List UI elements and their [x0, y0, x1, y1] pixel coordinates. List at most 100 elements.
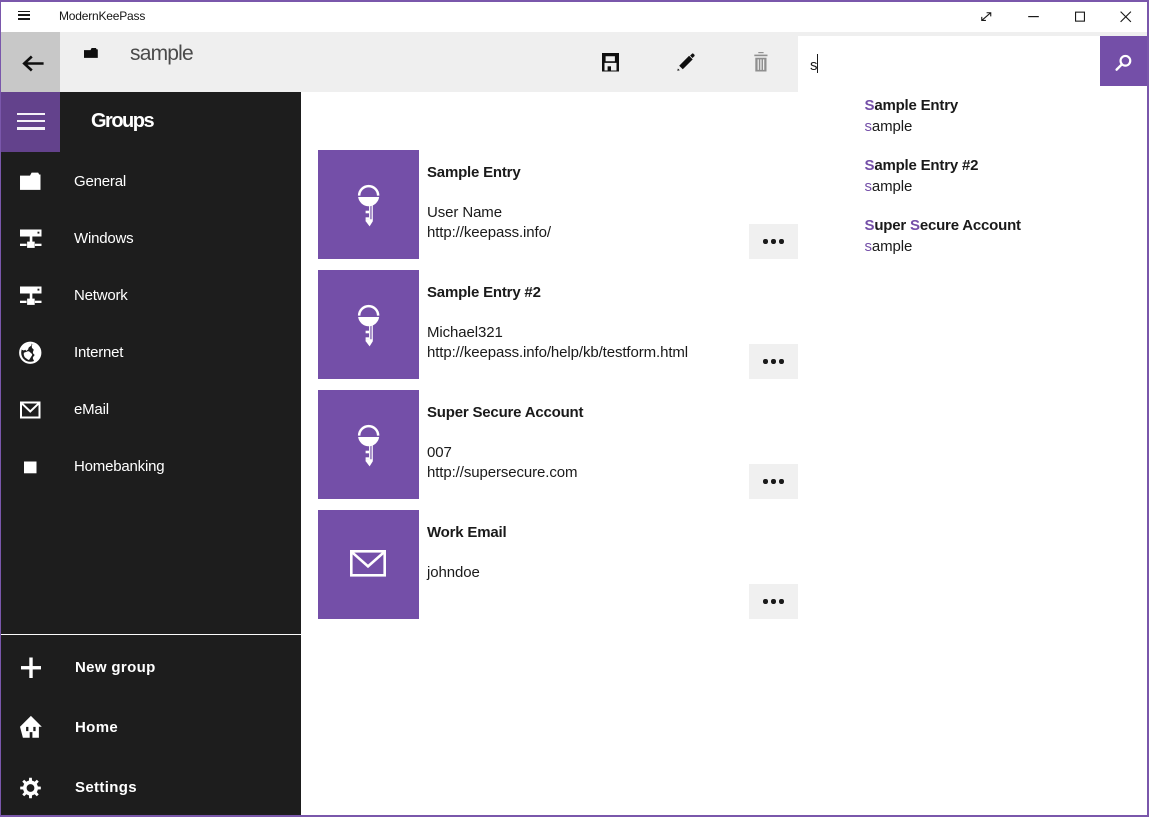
- icon-cell: [19, 657, 42, 680]
- save-icon: [602, 52, 619, 72]
- footer-label: Settings: [75, 758, 137, 817]
- sidebar: Groups General Windows Network Internet: [0, 92, 301, 817]
- ellipsis-dot: [771, 479, 775, 483]
- highlighted-match-text: S: [865, 97, 875, 114]
- save-button[interactable]: [586, 32, 635, 92]
- minimize-button[interactable]: [1010, 1, 1056, 32]
- group-label: eMail: [74, 381, 109, 438]
- search-button[interactable]: [1100, 36, 1148, 86]
- window-border-left: [0, 0, 1, 817]
- suggestion-text: ample Entry: [874, 97, 958, 114]
- edit-button[interactable]: [661, 32, 710, 92]
- highlighted-match-text: s: [865, 118, 872, 135]
- entry-title: Super Secure Account: [427, 405, 583, 421]
- icon-cell: [318, 390, 419, 499]
- entry-tile: [318, 270, 419, 379]
- highlighted-match-text: S: [865, 217, 875, 234]
- edit-icon: [677, 53, 695, 71]
- suggestion-text: ecure Account: [920, 217, 1021, 234]
- close-button[interactable]: [1103, 1, 1149, 32]
- entry-more-button[interactable]: [749, 224, 798, 259]
- minimize-icon: [1028, 11, 1039, 22]
- app-window: ModernKeePass sample s Groups General Wi…: [0, 0, 1149, 817]
- envelope-icon: [20, 401, 41, 418]
- icon-cell: [318, 510, 419, 619]
- hamburger-line: [18, 18, 31, 19]
- square-icon: [24, 460, 37, 474]
- back-button[interactable]: [0, 32, 60, 92]
- group-label: Windows: [74, 210, 133, 267]
- entry-tile: [318, 150, 419, 259]
- ellipsis-dot: [763, 599, 767, 603]
- sidebar-group-item-windows[interactable]: Windows: [0, 210, 301, 267]
- command-bar: sample s: [0, 32, 1149, 92]
- entry-title: Work Email: [427, 525, 506, 541]
- search-suggestion-item-super-secure-account[interactable]: Super Secure Account sample: [798, 206, 1147, 266]
- network-drive-icon: [20, 229, 42, 248]
- entry-details: 007 http://supersecure.com: [427, 443, 577, 483]
- groups-header: Groups: [91, 111, 153, 131]
- entry-more-button[interactable]: [749, 584, 798, 619]
- highlighted-match-text: s: [865, 238, 872, 255]
- home-icon: [20, 718, 42, 738]
- hamburger-line: [17, 113, 45, 115]
- sidebar-separator: [0, 634, 301, 635]
- sidebar-group-item-email[interactable]: eMail: [0, 381, 301, 438]
- maximize-icon: [1075, 11, 1085, 21]
- sidebar-group-item-homebanking[interactable]: Homebanking: [0, 438, 301, 495]
- search-box[interactable]: s: [798, 36, 1100, 86]
- entry-tile: [318, 390, 419, 499]
- globe-icon: [19, 341, 42, 364]
- highlighted-match-text: s: [865, 178, 872, 195]
- nav-hamburger-button[interactable]: [0, 92, 60, 152]
- folder-icon: [84, 48, 98, 58]
- suggestion-text: ample: [872, 118, 912, 135]
- ellipsis-dot: [771, 239, 775, 243]
- magnifier-icon: [1112, 50, 1135, 73]
- icon-cell: [19, 777, 42, 800]
- suggestion-text: ample: [872, 238, 912, 255]
- ellipsis-dot: [771, 359, 775, 363]
- text-caret: [817, 54, 818, 74]
- icon-cell: [19, 284, 42, 307]
- group-label: General: [74, 153, 126, 210]
- hamburger-line: [17, 127, 45, 129]
- suggestion-text: ample Entry #2: [874, 157, 978, 174]
- ellipsis-dot: [779, 239, 783, 243]
- entry-more-button[interactable]: [749, 344, 798, 379]
- entry-tile: [318, 510, 419, 619]
- icon-cell: [318, 150, 419, 259]
- envelope-tile-icon: [351, 552, 386, 577]
- entry-row-sample-entry-2[interactable]: Sample Entry #2 Michael321 http://keepas…: [301, 270, 1149, 390]
- sidebar-group-item-network[interactable]: Network: [0, 267, 301, 324]
- entry-more-button[interactable]: [749, 464, 798, 499]
- fullscreen-button[interactable]: [963, 1, 1010, 32]
- sidebar-footer-item-settings[interactable]: Settings: [0, 758, 301, 817]
- suggestion-subtitle: sample: [865, 239, 913, 255]
- entry-details: johndoe: [427, 563, 480, 583]
- suggestion-title: Sample Entry #2: [865, 158, 979, 174]
- sidebar-group-item-internet[interactable]: Internet: [0, 324, 301, 381]
- sidebar-footer-item-new-group[interactable]: New group: [0, 638, 301, 698]
- sidebar-footer-item-home[interactable]: Home: [0, 698, 301, 758]
- ellipsis-dot: [779, 479, 783, 483]
- suggestion-text: ample: [872, 178, 912, 195]
- entry-row-work-email[interactable]: Work Email johndoe: [301, 510, 1149, 630]
- delete-button[interactable]: [736, 32, 785, 92]
- fullscreen-icon: [981, 12, 992, 21]
- entry-title: Sample Entry #2: [427, 285, 541, 301]
- sidebar-group-item-general[interactable]: General: [0, 153, 301, 210]
- search-suggestions: Sample Entry sample Sample Entry #2 samp…: [798, 86, 1147, 272]
- maximize-button[interactable]: [1056, 1, 1103, 32]
- suggestion-title: Super Secure Account: [865, 218, 1021, 234]
- titlebar-hamburger-icon: [18, 11, 31, 21]
- icon-cell: [19, 398, 42, 421]
- entry-row-super-secure-account[interactable]: Super Secure Account 007 http://supersec…: [301, 390, 1149, 510]
- search-suggestion-item-sample-entry[interactable]: Sample Entry sample: [798, 86, 1147, 146]
- title-bar: ModernKeePass: [0, 0, 1149, 32]
- search-suggestion-item-sample-entry-2[interactable]: Sample Entry #2 sample: [798, 146, 1147, 206]
- window-border-top: [0, 0, 1149, 2]
- suggestion-title: Sample Entry: [865, 98, 958, 114]
- entry-details: Michael321 http://keepass.info/help/kb/t…: [427, 323, 688, 363]
- icon-cell: [19, 170, 42, 193]
